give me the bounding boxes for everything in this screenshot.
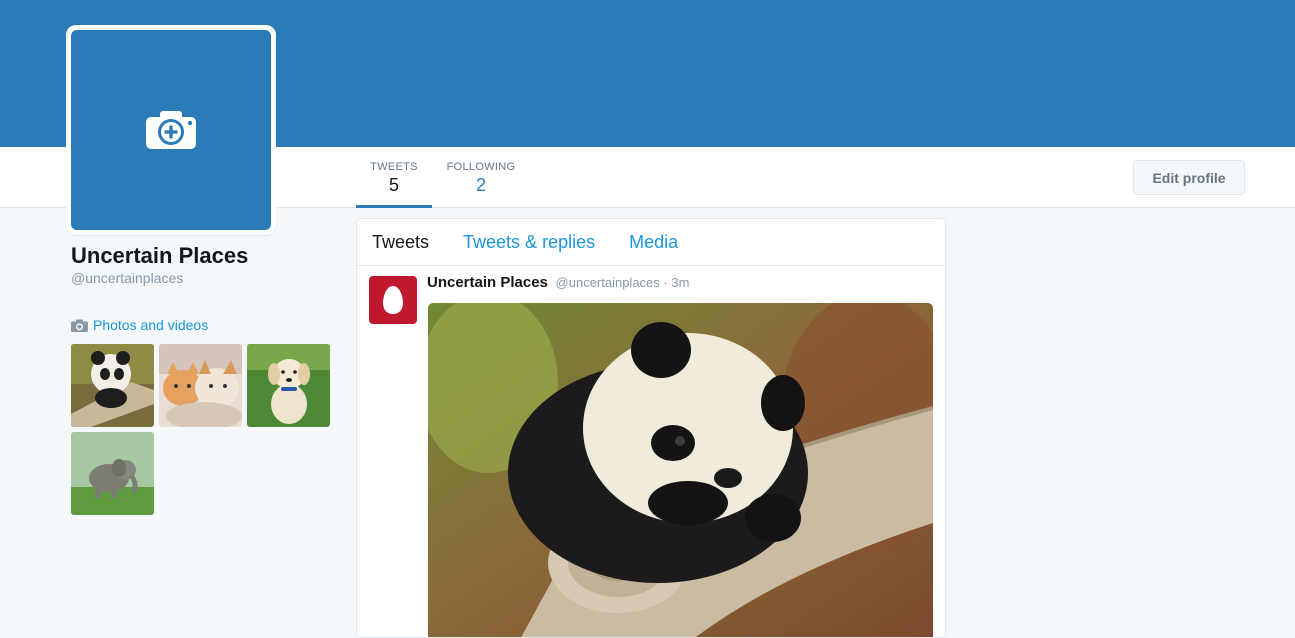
tweets-stat-label: TWEETS [370,161,418,173]
camera-icon [71,319,88,332]
following-stat-label: FOLLOWING [446,161,516,173]
photos-and-videos-link[interactable]: Photos and videos [71,317,208,333]
following-stat-value: 2 [475,175,486,195]
tweet-author-name[interactable]: Uncertain Places [427,274,548,291]
tweet-header: Uncertain Places @uncertainplaces · 3m [427,274,689,291]
tweet-media-panda-photo[interactable] [428,303,933,637]
tab-media[interactable]: Media [629,232,678,253]
tweets-stat[interactable]: TWEETS 5 [356,147,432,208]
timeline-tabs: Tweets Tweets & replies Media [357,219,945,266]
egg-icon [383,286,403,314]
photo-thumbnail-elephant[interactable] [71,432,154,515]
profile-name: Uncertain Places [71,243,249,268]
tweet-avatar[interactable] [369,276,417,324]
tweet-timestamp[interactable]: 3m [671,275,689,290]
tweets-stat-value: 5 [388,175,399,195]
camera-plus-icon [146,111,196,149]
photo-thumbnail-puppy[interactable] [247,344,330,427]
profile-avatar-frame[interactable] [66,25,276,235]
tweet-author-handle[interactable]: @uncertainplaces [556,275,660,290]
photos-and-videos-label: Photos and videos [93,317,209,333]
following-stat[interactable]: FOLLOWING 2 [440,147,522,207]
tab-tweets-and-replies[interactable]: Tweets & replies [463,232,595,253]
edit-profile-button[interactable]: Edit profile [1133,160,1245,195]
profile-avatar[interactable] [71,30,271,230]
tab-tweets[interactable]: Tweets [372,232,429,253]
profile-handle[interactable]: @uncertainplaces [71,270,183,286]
timeline-panel: Tweets Tweets & replies Media Uncertain … [356,218,946,638]
photo-thumbnail-kittens[interactable] [159,344,242,427]
photo-thumbnail-panda[interactable] [71,344,154,427]
tweet-separator: · [663,275,668,290]
